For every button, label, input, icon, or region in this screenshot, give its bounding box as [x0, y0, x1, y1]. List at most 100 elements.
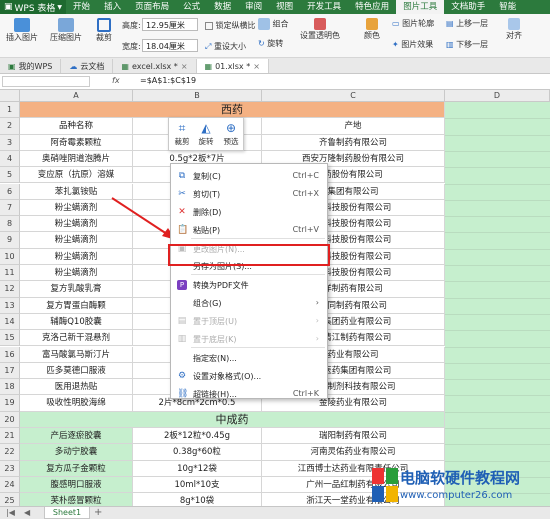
table-cell[interactable]: 奥硝唑阴道泡腾片	[20, 150, 133, 168]
menu-item[interactable]: 数据	[207, 0, 238, 14]
row-header[interactable]: 22	[0, 444, 20, 461]
table-cell[interactable]: 复方乳酸乳膏	[20, 281, 133, 298]
context-menu-item[interactable]: 📋 粘贴(P) Ctrl+V	[171, 221, 327, 239]
lock-ratio-checkbox[interactable]: 锁定纵横比	[205, 20, 256, 31]
row-header[interactable]: 13	[0, 297, 20, 314]
menu-item[interactable]: 特色应用	[348, 0, 396, 14]
align-button[interactable]: 对齐	[506, 18, 522, 41]
tab-excel-xlsx[interactable]: ▦ excel.xlsx * ×	[113, 59, 197, 73]
context-menu-item[interactable]: P 转换为PDF文件	[171, 276, 327, 294]
close-icon[interactable]: ×	[181, 62, 188, 71]
sheet-tab-sheet1[interactable]: Sheet1	[44, 507, 90, 519]
insert-picture-button[interactable]: 插入图片	[6, 18, 38, 43]
menu-item[interactable]: 审阅	[238, 0, 269, 14]
menu-item[interactable]: 插入	[97, 0, 128, 14]
row-header[interactable]: 15	[0, 330, 20, 347]
row-header[interactable]: 16	[0, 346, 20, 363]
table-cell[interactable]: 产后逐瘀胶囊	[20, 428, 133, 445]
context-menu-item[interactable]: ⚙ 设置对象格式(O)...	[171, 367, 327, 385]
select-all-corner[interactable]	[0, 90, 20, 102]
preview-tool-button[interactable]: ⊕ 预选	[219, 120, 243, 147]
first-sheet-icon[interactable]: |◀	[6, 508, 15, 517]
context-menu-item[interactable]: ⛓ 超链接(H)... Ctrl+K	[171, 385, 327, 403]
row-header[interactable]: 1	[0, 102, 20, 119]
menu-item[interactable]: 公式	[176, 0, 207, 14]
fx-icon[interactable]: fx	[112, 76, 120, 85]
column-header-d[interactable]: D	[445, 90, 550, 102]
context-menu-item[interactable]: ▤ 置于顶层(U) ›	[171, 312, 327, 330]
table-cell[interactable]: 变应原（抗原）溶媒	[20, 167, 133, 184]
table-cell[interactable]: 0.38g*60粒	[133, 444, 262, 461]
row-header[interactable]: 20	[0, 411, 20, 428]
context-menu-item[interactable]: ✂ 剪切(T) Ctrl+X	[171, 185, 327, 203]
row-header[interactable]: 11	[0, 265, 20, 282]
table-cell[interactable]: 腹感明口服液	[20, 476, 133, 494]
row-header[interactable]: 17	[0, 362, 20, 380]
table-cell[interactable]: 阿奇霉素颗粒	[20, 134, 133, 151]
table-cell[interactable]: 2板*12粒*0.45g	[133, 428, 262, 445]
row-header[interactable]: 3	[0, 134, 20, 151]
table-cell[interactable]: 匹多莫德口服液	[20, 362, 133, 380]
merged-title-cell[interactable]: 中成药	[20, 411, 445, 428]
context-menu-item[interactable]: ▥ 置于底层(K) ›	[171, 330, 327, 348]
table-cell[interactable]: 河南灵佑药业有限公司	[262, 444, 445, 461]
formula-input[interactable]: =$A$1:$C$19	[140, 76, 196, 85]
menu-item[interactable]: 智能	[492, 0, 523, 14]
row-header[interactable]: 19	[0, 395, 20, 412]
context-menu-item[interactable]: 组合(G) ›	[171, 294, 327, 312]
crop-button[interactable]: 裁剪	[96, 18, 112, 43]
column-header-c[interactable]: C	[262, 90, 445, 102]
row-header[interactable]: 10	[0, 248, 20, 265]
tab-01-xlsx[interactable]: ▦ 01.xlsx * ×	[196, 59, 269, 73]
menu-item[interactable]: 页面布局	[128, 0, 176, 14]
tab-my-wps[interactable]: ▣ 我的WPS	[0, 59, 62, 73]
width-input[interactable]: 18.04厘米	[142, 39, 198, 52]
table-cell[interactable]: 克洛己新干混悬剂	[20, 330, 133, 347]
row-header[interactable]: 18	[0, 379, 20, 396]
table-cell[interactable]: 粉尘螨滴剂	[20, 265, 133, 282]
tab-cloud-docs[interactable]: ☁ 云文档	[61, 59, 114, 73]
prev-sheet-icon[interactable]: ◀	[24, 508, 30, 517]
rotate-button[interactable]: ↻ 旋转	[258, 38, 283, 49]
row-header[interactable]: 21	[0, 428, 20, 445]
table-cell[interactable]: 齐鲁制药有限公司	[262, 134, 445, 151]
menu-item[interactable]: 开发工具	[300, 0, 348, 14]
row-header[interactable]: 2	[0, 118, 20, 135]
row-header[interactable]: 5	[0, 167, 20, 184]
context-menu-item[interactable]: 指定宏(N)...	[171, 349, 327, 367]
table-cell[interactable]: 多动宁胶囊	[20, 444, 133, 461]
context-menu-item[interactable]: ✕ 删除(D)	[171, 203, 327, 221]
row-header[interactable]: 4	[0, 150, 20, 168]
table-cell[interactable]: 复方胃蛋白酶颗	[20, 297, 133, 314]
column-header-b[interactable]: B	[133, 90, 262, 102]
row-header[interactable]: 8	[0, 216, 20, 233]
menu-item[interactable]: 图片工具	[396, 0, 445, 14]
header-cell[interactable]: 产地	[262, 118, 445, 135]
menu-item[interactable]: 视图	[269, 0, 300, 14]
table-cell[interactable]: 10g*12袋	[133, 460, 262, 477]
table-cell[interactable]: 医用退热贴	[20, 379, 133, 396]
name-box[interactable]	[2, 76, 90, 87]
add-sheet-icon[interactable]: +	[94, 507, 102, 518]
header-cell[interactable]: 品种名称	[20, 118, 133, 135]
rotate-tool-button[interactable]: ◭ 旋转	[194, 120, 218, 147]
app-menu-button[interactable]: ▣ WPS 表格 ▼	[0, 0, 67, 14]
menu-item[interactable]: 文档助手	[444, 0, 492, 14]
combine-button[interactable]: 组合	[258, 18, 289, 30]
row-header[interactable]: 7	[0, 199, 20, 217]
column-header-a[interactable]: A	[20, 90, 133, 102]
row-header[interactable]: 9	[0, 232, 20, 249]
color-button[interactable]: 颜色	[364, 18, 380, 41]
table-cell[interactable]: 10ml*10支	[133, 476, 262, 494]
row-header[interactable]: 23	[0, 460, 20, 477]
merged-title-cell[interactable]: 西药	[20, 102, 445, 119]
row-header[interactable]: 12	[0, 281, 20, 298]
table-cell[interactable]: 辅酶Q10胶囊	[20, 313, 133, 331]
table-cell[interactable]: 吸收性明胶海绵	[20, 395, 133, 412]
table-cell[interactable]: 粉尘螨滴剂	[20, 248, 133, 265]
picture-effect-button[interactable]: ✦ 图片效果	[392, 39, 433, 50]
menu-item[interactable]: 开始	[66, 0, 97, 14]
table-cell[interactable]: 瑞阳制药有限公司	[262, 428, 445, 445]
crop-tool-button[interactable]: ⌗ 裁剪	[170, 120, 194, 147]
picture-border-button[interactable]: ▭ 图片轮廓	[392, 18, 434, 29]
